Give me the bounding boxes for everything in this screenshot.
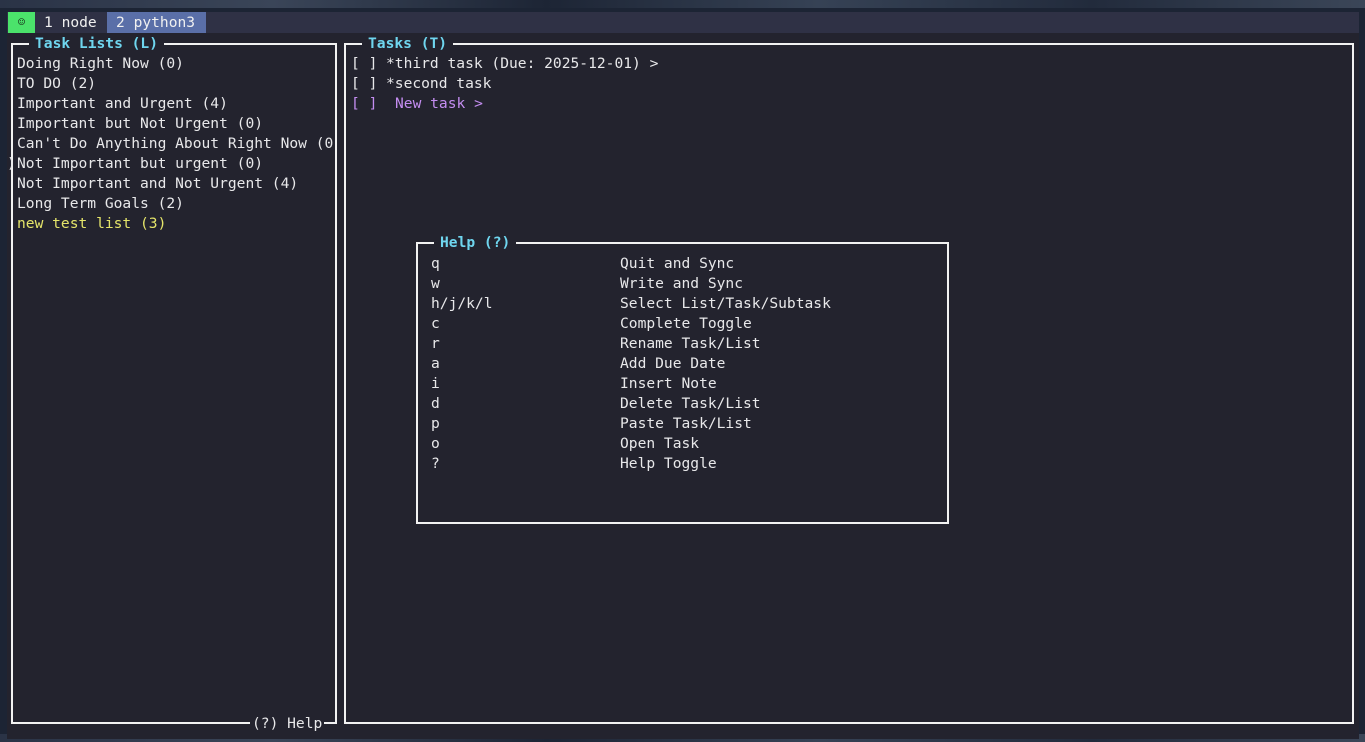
help-desc: Add Due Date: [620, 355, 726, 372]
help-key: d: [431, 395, 440, 412]
list-item[interactable]: Not Important but urgent (0): [17, 154, 263, 174]
help-desc: Quit and Sync: [620, 255, 735, 272]
help-key: ?: [431, 455, 440, 472]
help-key: h/j/k/l: [431, 295, 493, 312]
help-desc: Delete Task/List: [620, 395, 761, 412]
tab-node[interactable]: 1 node: [44, 12, 97, 33]
new-task-item[interactable]: New task >: [395, 94, 483, 114]
list-item-wrap-char: ): [7, 155, 16, 172]
list-item[interactable]: TO DO (2): [17, 74, 96, 94]
new-task-checkbox[interactable]: [ ]: [351, 94, 377, 114]
help-key: w: [431, 275, 440, 292]
help-desc: Write and Sync: [620, 275, 744, 292]
tab-python3[interactable]: 2 python3: [107, 12, 206, 33]
help-desc: Rename Task/List: [620, 335, 761, 352]
help-hint: (?) Help: [250, 714, 325, 734]
help-key: q: [431, 255, 440, 272]
desktop-background: [0, 0, 1365, 8]
tasks-title: Tasks (T): [362, 34, 454, 54]
help-desc: Insert Note: [620, 375, 717, 392]
tmux-status-bar: ☺ 1 node 2 python3: [7, 12, 1359, 33]
session-status-icon: ☺: [8, 12, 35, 33]
task-checkbox[interactable]: [ ]: [351, 74, 377, 94]
list-item[interactable]: Important but Not Urgent (0): [17, 114, 263, 134]
list-item[interactable]: Not Important and Not Urgent (4): [17, 174, 298, 194]
task-lists-title: Task Lists (L): [29, 34, 165, 54]
list-item[interactable]: Can't Do Anything About Right Now (0: [17, 134, 333, 154]
help-desc: Select List/Task/Subtask: [620, 295, 831, 312]
help-desc: Paste Task/List: [620, 415, 752, 432]
task-checkbox[interactable]: [ ]: [351, 54, 377, 74]
help-key: a: [431, 355, 440, 372]
help-key: p: [431, 415, 440, 432]
terminal-window[interactable]: ☺ 1 node 2 python3 Task Lists (L) Doing …: [7, 12, 1359, 739]
task-item[interactable]: *third task (Due: 2025-12-01) >: [386, 54, 658, 74]
help-desc: Complete Toggle: [620, 315, 752, 332]
list-item[interactable]: Doing Right Now (0): [17, 54, 184, 74]
help-key: c: [431, 315, 440, 332]
task-item[interactable]: *second task: [386, 74, 491, 94]
help-key: r: [431, 335, 440, 352]
help-desc: Open Task: [620, 435, 700, 452]
list-item-selected[interactable]: new test list (3): [17, 214, 166, 234]
list-item[interactable]: Long Term Goals (2): [17, 194, 184, 214]
help-key: o: [431, 435, 440, 452]
help-dialog-title: Help (?): [434, 233, 517, 253]
help-desc: Help Toggle: [620, 455, 717, 472]
help-key: i: [431, 375, 440, 392]
list-item[interactable]: Important and Urgent (4): [17, 94, 228, 114]
